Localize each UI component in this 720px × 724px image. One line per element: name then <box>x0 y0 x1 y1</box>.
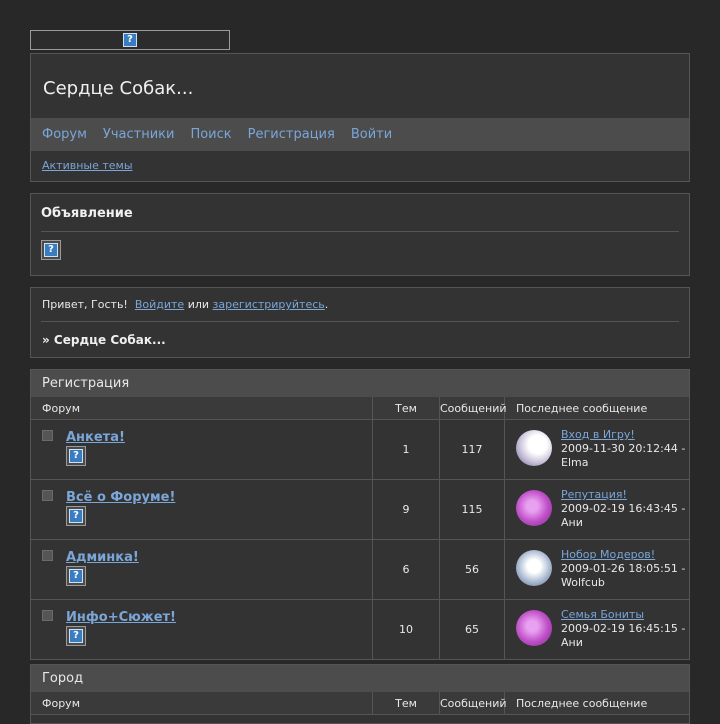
col-forum: Форум <box>31 692 373 715</box>
header-banner-image: ? <box>30 30 230 50</box>
col-topics: Тем <box>372 397 440 420</box>
missing-image-icon: ? <box>69 509 83 523</box>
col-posts: Сообщений <box>439 692 507 715</box>
avatar <box>516 610 552 646</box>
avatar <box>516 550 552 586</box>
posts-count: 56 <box>439 539 505 600</box>
nav-forum[interactable]: Форум <box>42 127 87 142</box>
forum-link[interactable]: Админка! <box>66 550 139 565</box>
last-post-date: 2009-01-26 18:05:51 - <box>561 562 686 575</box>
posts-count: 115 <box>439 479 505 540</box>
site-title: Сердце Собак... <box>43 78 194 99</box>
last-post-author: Ани <box>561 636 583 649</box>
table-row: Всё о Форуме! ? 9 115 Репутация! 2009-02… <box>31 479 689 540</box>
last-post-link[interactable]: Нобор Модеров! <box>561 548 655 561</box>
forum-link[interactable]: Анкета! <box>66 430 125 445</box>
last-post-date: 2009-02-19 16:43:45 - <box>561 502 686 515</box>
missing-image-icon: ? <box>69 449 83 463</box>
last-post-date: 2009-02-19 16:45:15 - <box>561 622 686 635</box>
welcome-text: Привет, Гость! Войдите или зарегистрируй… <box>42 298 328 311</box>
forum-image: ? <box>66 566 86 586</box>
category-title: Город <box>31 665 689 692</box>
posts-count: 117 <box>439 419 505 480</box>
forum-image: ? <box>66 446 86 466</box>
announcement-title: Объявление <box>41 206 133 221</box>
topics-count: 10 <box>372 599 440 659</box>
announcement-panel: Объявление ? <box>30 193 690 276</box>
last-post-author: Ани <box>561 516 583 529</box>
forum-status-icon <box>42 430 53 441</box>
posts-count: 65 <box>439 599 505 659</box>
last-post-link[interactable]: Семья Бониты <box>561 608 644 621</box>
greeting: Привет, Гость! <box>42 298 128 311</box>
forum-link[interactable]: Инфо+Сюжет! <box>66 610 176 625</box>
category-registration: Регистрация Форум Тем Сообщений Последне… <box>30 369 690 660</box>
forum-link[interactable]: Всё о Форуме! <box>66 490 175 505</box>
forum-status-icon <box>42 490 53 501</box>
avatar <box>516 430 552 466</box>
forum-status-icon <box>42 550 53 561</box>
col-last-post: Последнее сообщение <box>504 397 689 420</box>
last-post-date: 2009-11-30 20:12:44 - <box>561 442 686 455</box>
forum-table: Форум Тем Сообщений Последнее сообщение … <box>31 397 689 659</box>
last-post-link[interactable]: Репутация! <box>561 488 627 501</box>
site-header: Сердце Собак... Форум Участники Поиск Ре… <box>30 53 690 182</box>
missing-image-icon: ? <box>44 243 58 257</box>
welcome-panel: Привет, Гость! Войдите или зарегистрируй… <box>30 287 690 358</box>
missing-image-icon: ? <box>69 569 83 583</box>
nav-search[interactable]: Поиск <box>190 127 231 142</box>
last-post-link[interactable]: Вход в Игру! <box>561 428 635 441</box>
col-topics: Тем <box>372 692 440 715</box>
forum-image: ? <box>66 626 86 646</box>
topics-count: 9 <box>372 479 440 540</box>
nav-register[interactable]: Регистрация <box>248 127 335 142</box>
category-city: Город Форум Тем Сообщений Последнее сооб… <box>30 664 690 724</box>
missing-image-icon: ? <box>123 33 137 47</box>
col-forum: Форум <box>31 397 373 420</box>
col-last-post: Последнее сообщение <box>504 692 689 715</box>
table-row: Админка! ? 6 56 Нобор Модеров! 2009-01-2… <box>31 539 689 600</box>
category-title: Регистрация <box>31 370 689 397</box>
register-link[interactable]: зарегистрируйтесь <box>213 298 325 311</box>
or-text: или <box>187 298 210 311</box>
forum-image: ? <box>66 506 86 526</box>
last-post-author: Elma <box>561 456 589 469</box>
divider <box>41 321 679 322</box>
last-post-author: Wolfcub <box>561 576 605 589</box>
forum-status-icon <box>42 610 53 621</box>
table-row: Инфо+Сюжет! ? 10 65 Семья Бониты 2009-02… <box>31 599 689 659</box>
nav-users[interactable]: Участники <box>103 127 175 142</box>
avatar <box>516 490 552 526</box>
col-posts: Сообщений <box>439 397 507 420</box>
breadcrumb: » Сердце Собак... <box>42 333 166 347</box>
table-row: Анкета! ? 1 117 Вход в Игру! 2009-11-30 … <box>31 419 689 480</box>
announcement-image: ? <box>41 240 61 260</box>
topics-count: 1 <box>372 419 440 480</box>
divider <box>41 231 679 232</box>
nav-login[interactable]: Войти <box>351 127 392 142</box>
topics-count: 6 <box>372 539 440 600</box>
forum-table: Форум Тем Сообщений Последнее сообщение <box>31 692 689 715</box>
main-nav: Форум Участники Поиск Регистрация Войти <box>31 118 689 151</box>
login-link[interactable]: Войдите <box>135 298 184 311</box>
active-topics-link[interactable]: Активные темы <box>42 159 133 172</box>
period: . <box>324 298 329 311</box>
missing-image-icon: ? <box>69 629 83 643</box>
